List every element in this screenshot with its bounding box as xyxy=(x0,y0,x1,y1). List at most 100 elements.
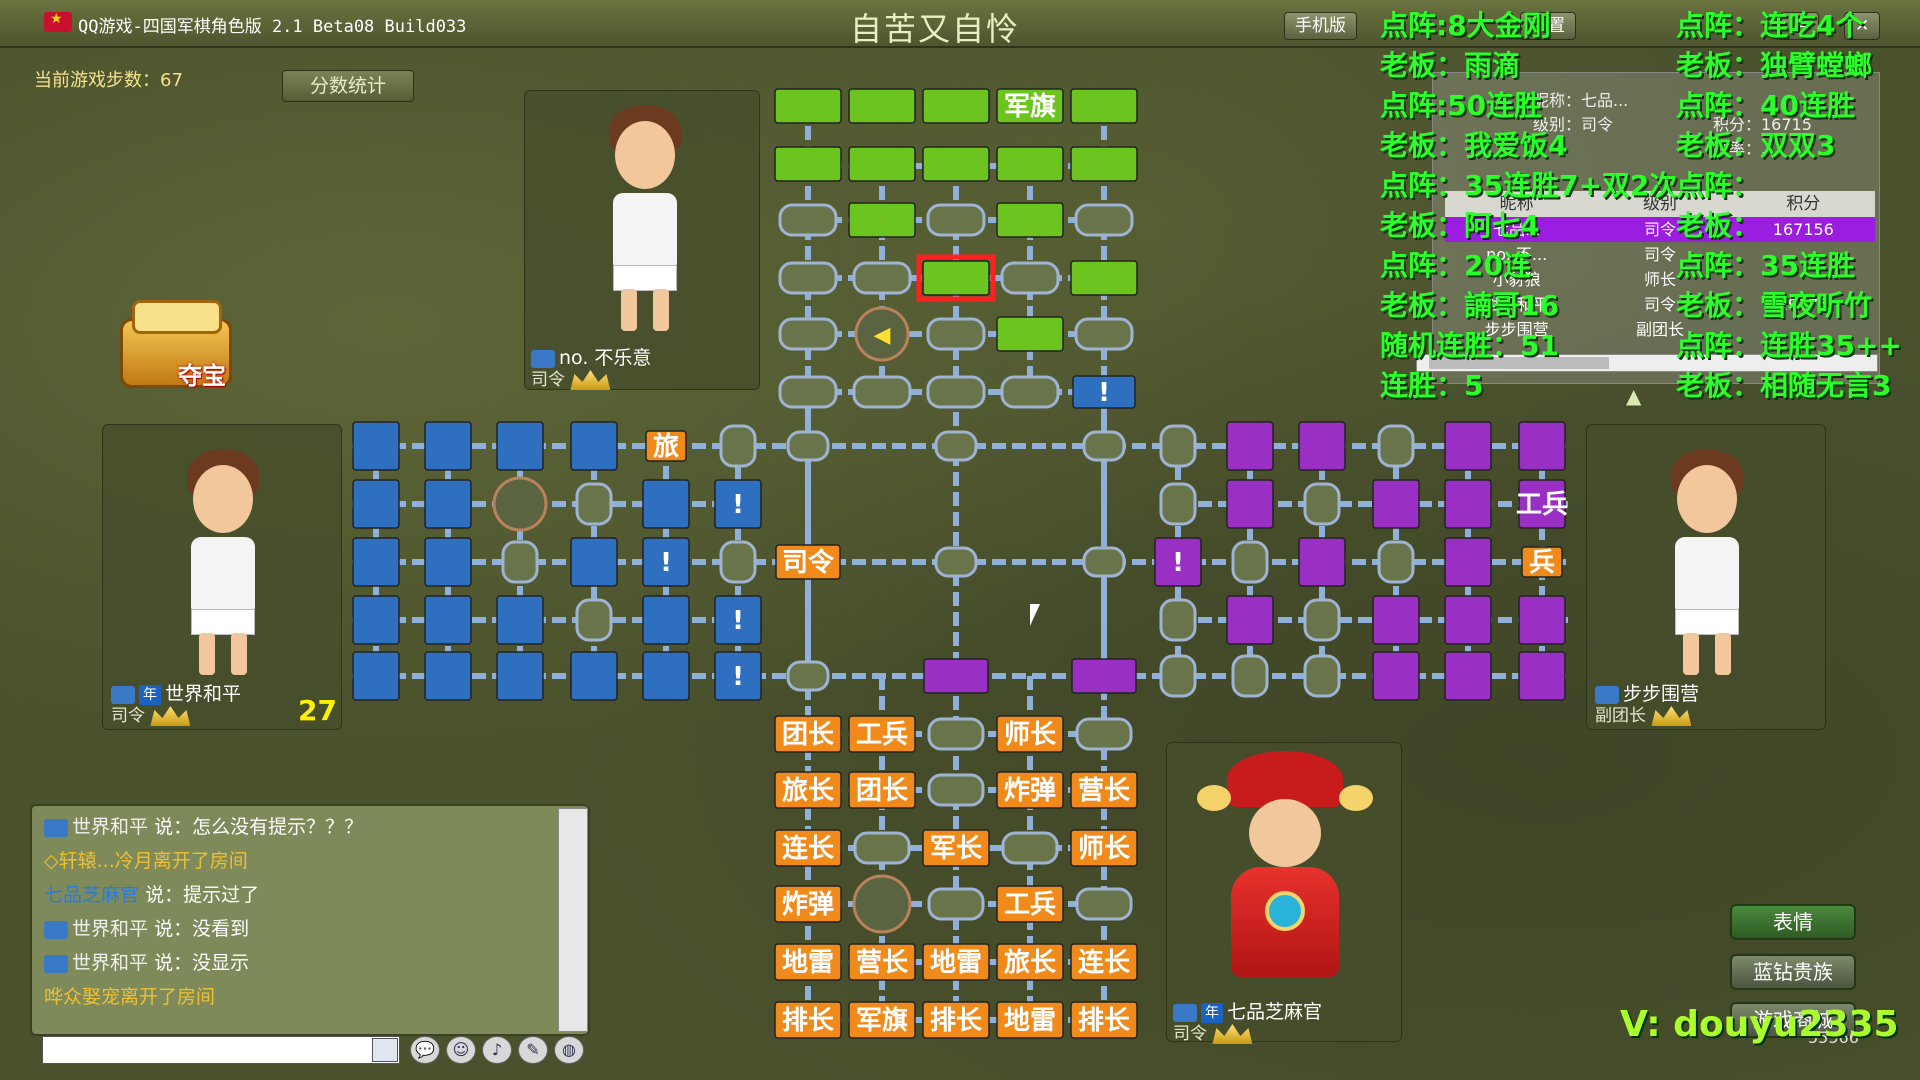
empty-slot[interactable] xyxy=(1001,831,1059,865)
blue-piece[interactable] xyxy=(424,421,472,471)
purple-piece[interactable] xyxy=(1444,479,1492,529)
empty-slot[interactable] xyxy=(719,424,757,468)
purple-piece[interactable] xyxy=(1372,651,1420,701)
blue-piece[interactable] xyxy=(642,479,690,529)
empty-slot[interactable] xyxy=(1082,430,1126,462)
empty-slot[interactable] xyxy=(1231,654,1269,698)
empty-slot[interactable] xyxy=(1377,540,1415,584)
empty-slot[interactable] xyxy=(1303,482,1341,526)
empty-slot[interactable] xyxy=(1303,598,1341,642)
empty-slot[interactable] xyxy=(926,203,986,237)
empty-slot[interactable] xyxy=(1159,424,1197,468)
blue-piece[interactable] xyxy=(352,479,400,529)
empty-slot[interactable] xyxy=(575,482,613,526)
blue-piece[interactable] xyxy=(642,651,690,701)
empty-slot[interactable] xyxy=(1377,424,1415,468)
empty-slot[interactable] xyxy=(926,317,986,351)
blue-diamond-button[interactable]: 蓝钻贵族 xyxy=(1730,954,1856,990)
globe-icon[interactable]: ◍ xyxy=(554,1036,584,1064)
purple-piece[interactable] xyxy=(1226,479,1274,529)
blue-piece[interactable] xyxy=(642,595,690,645)
blue-piece[interactable] xyxy=(570,651,618,701)
blue-piece[interactable] xyxy=(424,537,472,587)
speech-bubble-icon[interactable]: 💬 xyxy=(410,1036,440,1064)
green-piece[interactable] xyxy=(1070,88,1138,124)
purple-piece[interactable] xyxy=(1372,479,1420,529)
empty-slot[interactable] xyxy=(1075,887,1133,921)
blue-piece[interactable] xyxy=(496,421,544,471)
empty-slot[interactable] xyxy=(852,375,912,409)
green-selected-piece[interactable] xyxy=(922,260,990,296)
purple-piece[interactable] xyxy=(1298,421,1346,471)
purple-piece[interactable] xyxy=(923,658,989,694)
empty-slot[interactable] xyxy=(501,540,539,584)
empty-slot[interactable] xyxy=(1074,203,1134,237)
empty-slot[interactable] xyxy=(853,831,911,865)
empty-slot[interactable] xyxy=(1082,546,1126,578)
green-piece[interactable] xyxy=(996,146,1064,182)
smiley-icon[interactable]: ☺ xyxy=(446,1036,476,1064)
empty-slot[interactable] xyxy=(1074,317,1134,351)
empty-slot[interactable] xyxy=(786,430,830,462)
empty-slot[interactable] xyxy=(927,887,985,921)
empty-slot[interactable] xyxy=(852,261,912,295)
blue-piece[interactable] xyxy=(352,537,400,587)
green-piece[interactable] xyxy=(774,88,842,124)
chat-scrollbar[interactable] xyxy=(558,808,588,1032)
purple-piece[interactable] xyxy=(1444,421,1492,471)
wrench-icon[interactable]: ✎ xyxy=(518,1036,548,1064)
green-piece[interactable] xyxy=(922,146,990,182)
empty-slot[interactable] xyxy=(719,540,757,584)
purple-piece[interactable] xyxy=(1298,537,1346,587)
green-piece[interactable] xyxy=(848,146,916,182)
camp-slot[interactable] xyxy=(852,874,912,934)
purple-piece[interactable] xyxy=(1444,595,1492,645)
empty-slot[interactable] xyxy=(1000,261,1060,295)
emote-button[interactable]: 表情 xyxy=(1730,904,1856,940)
chat-input[interactable] xyxy=(42,1036,400,1064)
blue-piece[interactable] xyxy=(496,651,544,701)
blue-piece[interactable] xyxy=(424,479,472,529)
empty-slot[interactable] xyxy=(934,546,978,578)
blue-piece[interactable] xyxy=(570,537,618,587)
empty-slot[interactable] xyxy=(1075,717,1133,751)
blue-piece[interactable] xyxy=(352,421,400,471)
speaker-icon[interactable]: ♪ xyxy=(482,1036,512,1064)
empty-slot[interactable] xyxy=(778,375,838,409)
green-piece[interactable] xyxy=(1070,260,1138,296)
green-piece[interactable] xyxy=(848,88,916,124)
blue-piece[interactable] xyxy=(352,595,400,645)
purple-piece[interactable] xyxy=(1518,651,1566,701)
empty-slot[interactable] xyxy=(786,660,830,692)
purple-piece[interactable] xyxy=(1226,421,1274,471)
empty-slot[interactable] xyxy=(778,261,838,295)
purple-piece[interactable] xyxy=(1226,595,1274,645)
empty-slot[interactable] xyxy=(927,773,985,807)
camp-slot[interactable] xyxy=(492,476,548,532)
collapse-caret-icon[interactable]: ▲ xyxy=(1626,384,1641,408)
empty-slot[interactable] xyxy=(1231,540,1269,584)
empty-slot[interactable] xyxy=(1000,375,1060,409)
empty-slot[interactable] xyxy=(1303,654,1341,698)
empty-slot[interactable] xyxy=(575,598,613,642)
blue-piece[interactable] xyxy=(570,421,618,471)
empty-slot[interactable] xyxy=(926,375,986,409)
blue-piece[interactable] xyxy=(496,595,544,645)
purple-piece[interactable] xyxy=(1372,595,1420,645)
green-piece[interactable] xyxy=(996,202,1064,238)
blue-piece[interactable] xyxy=(424,595,472,645)
blue-piece[interactable] xyxy=(424,651,472,701)
empty-slot[interactable] xyxy=(1159,598,1197,642)
purple-piece[interactable] xyxy=(1444,651,1492,701)
empty-slot[interactable] xyxy=(778,317,838,351)
empty-slot[interactable] xyxy=(778,203,838,237)
chevron-down-icon[interactable] xyxy=(372,1038,398,1062)
empty-slot[interactable] xyxy=(1159,482,1197,526)
green-piece[interactable] xyxy=(1070,146,1138,182)
empty-slot[interactable] xyxy=(927,717,985,751)
purple-piece[interactable] xyxy=(1071,658,1137,694)
blue-piece[interactable] xyxy=(352,651,400,701)
empty-slot[interactable] xyxy=(1159,654,1197,698)
purple-piece[interactable] xyxy=(1518,595,1566,645)
purple-piece[interactable] xyxy=(1444,537,1492,587)
